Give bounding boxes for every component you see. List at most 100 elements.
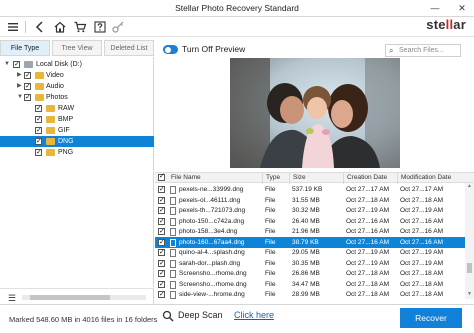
tree-item-bmp[interactable]: BMP (0, 114, 154, 125)
tree-checkbox[interactable] (24, 81, 31, 92)
row-checkbox[interactable] (158, 216, 165, 227)
cell-type: File (265, 186, 276, 193)
home-icon[interactable] (53, 20, 67, 34)
table-header: File Name Type Size Creation Date Modifi… (155, 172, 474, 184)
folder-icon (35, 94, 44, 101)
back-icon[interactable] (33, 20, 47, 34)
row-checkbox[interactable] (158, 247, 165, 258)
cell-modified: Oct 27...19 AM (400, 259, 443, 267)
table-row[interactable]: pexels-ne...33999.dng File 537.19 KB Oct 27… (155, 184, 465, 195)
collapse-arrow-icon[interactable]: ▶ (17, 70, 22, 81)
table-row[interactable]: photo-158...3e4.dng File 21.96 MB Oct 27...… (155, 226, 465, 237)
tree-item-gif[interactable]: GIF (0, 125, 154, 136)
cell-modified: Oct 27...16 AM (400, 228, 443, 235)
tree-item-video[interactable]: ▶ Video (0, 70, 154, 81)
search-icon: ⌕ (389, 46, 394, 55)
row-checkbox[interactable] (158, 237, 165, 248)
title-bar: Stellar Photo Recovery Standard — ✕ (0, 0, 474, 17)
preview-toggle-switch[interactable] (163, 45, 178, 54)
row-checkbox[interactable] (158, 258, 165, 269)
collapse-arrow-icon[interactable]: ▶ (17, 81, 22, 92)
close-button[interactable]: ✕ (455, 1, 469, 15)
table-row[interactable]: side-view-...hrome.dng File 28.99 MB Oct 27… (155, 289, 465, 300)
row-checkbox[interactable] (158, 195, 165, 206)
key-icon[interactable] (111, 20, 125, 34)
cell-type: File (265, 280, 276, 288)
select-all-checkbox[interactable] (158, 172, 165, 181)
row-checkbox[interactable] (158, 268, 165, 279)
cell-name: side-view-...hrome.dng (179, 291, 245, 298)
scrollbar-thumb[interactable] (467, 263, 472, 273)
tree-checkbox[interactable] (13, 59, 20, 70)
table-row[interactable]: pexels-ol...46111.dng File 31.55 MB Oct 27.… (155, 195, 465, 206)
table-row[interactable]: Screensho...rhome.dng File 26.86 MB Oct 27.… (155, 268, 465, 279)
table-row[interactable]: sarah-dor...plash.dng File 30.35 MB Oct 27.… (155, 258, 465, 269)
row-checkbox[interactable] (158, 184, 165, 195)
minimize-button[interactable]: — (428, 1, 442, 15)
row-checkbox[interactable] (158, 279, 165, 290)
horizontal-scrollbar[interactable] (22, 295, 146, 300)
cell-name: Screensho...rhome.dng (179, 270, 247, 277)
expand-arrow-icon[interactable]: ▼ (4, 59, 10, 70)
cell-type: File (265, 291, 276, 298)
status-text: Marked 548.60 MB in 4016 files in 16 fol… (9, 315, 158, 324)
cell-name: pexels-ne...33999.dng (179, 186, 244, 193)
folder-icon (46, 149, 55, 156)
table-row[interactable]: photo-160...67aa4.dng File 38.79 KB Oct 27.… (155, 236, 465, 248)
drive-icon (24, 61, 33, 68)
cart-icon[interactable] (73, 20, 87, 34)
cell-created: Oct 27...19 AM (346, 249, 389, 256)
preview-toggle-label[interactable]: Turn Off Preview (182, 44, 245, 54)
tab-tree-view[interactable]: Tree View (52, 40, 102, 56)
tree-checkbox[interactable] (24, 70, 31, 81)
search-input[interactable]: ⌕ Search Files... (385, 44, 461, 57)
tab-file-type[interactable]: File Type (0, 40, 50, 56)
file-icon (170, 280, 176, 289)
tree-checkbox[interactable] (35, 136, 42, 147)
deep-scan-link[interactable]: Click here (234, 310, 274, 320)
tree-item-png[interactable]: PNG (0, 147, 154, 158)
row-checkbox[interactable] (158, 205, 165, 216)
header-type[interactable]: Type (262, 173, 289, 184)
hamburger-menu-icon[interactable] (6, 20, 20, 34)
vertical-scrollbar[interactable]: ▲ ▼ (465, 183, 474, 299)
scroll-down-icon[interactable]: ▼ (465, 291, 474, 297)
tree-item-photos[interactable]: ▼ Photos (0, 92, 154, 103)
cell-type: File (265, 259, 276, 267)
table-row[interactable]: pexels-th...721073.dng File 30.32 MB Oct 27… (155, 205, 465, 216)
table-row[interactable]: Screensho...rhome.dng File 34.47 MB Oct 27.… (155, 279, 465, 290)
cell-name: pexels-th...721073.dng (179, 207, 246, 214)
header-file-name[interactable]: File Name (168, 173, 262, 184)
cell-modified: Oct 27...16 AM (400, 217, 443, 225)
tree-checkbox[interactable] (35, 125, 42, 136)
folder-icon (35, 83, 44, 90)
table-row[interactable]: photo-150...c742a.dng File 26.40 MB Oct 27.… (155, 216, 465, 227)
file-list-table: File Name Type Size Creation Date Modifi… (155, 172, 474, 303)
scroll-up-icon[interactable]: ▲ (465, 183, 474, 189)
cell-name: photo-158...3e4.dng (179, 228, 238, 235)
header-modification-date[interactable]: Modification Date (397, 173, 465, 184)
recover-button[interactable]: Recover (400, 308, 462, 328)
tree-checkbox[interactable] (35, 147, 42, 158)
tree-item-raw[interactable]: RAW (0, 103, 154, 114)
row-checkbox[interactable] (158, 226, 165, 237)
deep-scan-icon (162, 310, 174, 322)
table-row[interactable]: quino-al-4...splash.dng File 29.05 MB Oct 2… (155, 247, 465, 258)
scrollbar-thumb[interactable] (30, 295, 110, 300)
tree-item-local-disk[interactable]: ▼ Local Disk (D:) (0, 59, 154, 70)
header-creation-date[interactable]: Creation Date (343, 173, 397, 184)
row-checkbox[interactable] (158, 289, 165, 300)
file-icon (170, 186, 176, 194)
tree-checkbox[interactable] (35, 114, 42, 125)
tree-item-dng[interactable]: DNG (0, 136, 154, 147)
tree-checkbox[interactable] (24, 92, 31, 103)
expand-arrow-icon[interactable]: ▼ (17, 92, 23, 103)
tab-deleted-list[interactable]: Deleted List (104, 40, 154, 56)
tree-checkbox[interactable] (35, 103, 42, 114)
header-size[interactable]: Size (289, 173, 343, 184)
list-menu-icon[interactable]: ☰ (8, 293, 16, 304)
cell-modified: Oct 27...18 AM (400, 280, 443, 288)
cell-size: 26.40 MB (292, 217, 320, 225)
tree-item-audio[interactable]: ▶ Audio (0, 81, 154, 92)
help-icon[interactable] (93, 20, 107, 34)
